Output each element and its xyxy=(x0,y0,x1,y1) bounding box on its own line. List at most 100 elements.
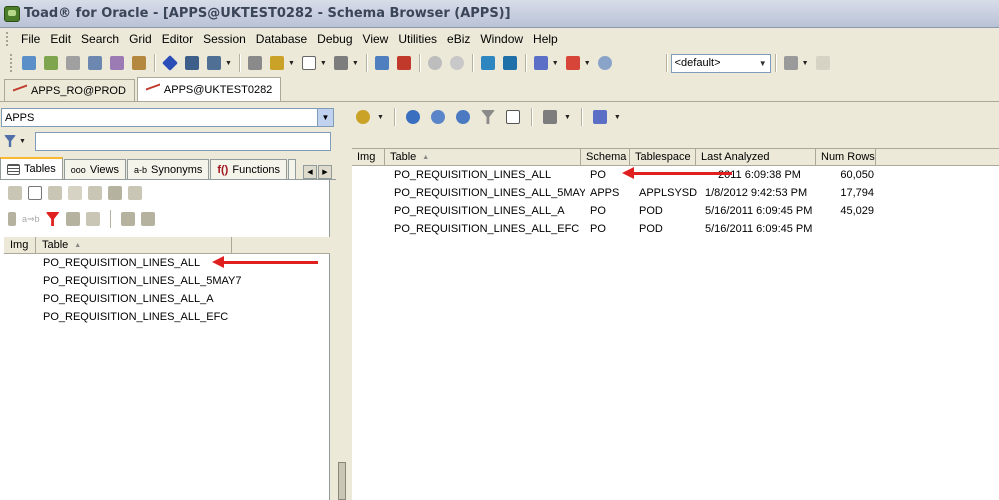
report-button[interactable] xyxy=(129,53,149,73)
new-document-icon[interactable] xyxy=(28,186,42,200)
checklist-button[interactable] xyxy=(540,107,560,127)
tools-button[interactable] xyxy=(331,53,351,73)
menu-help[interactable]: Help xyxy=(528,32,563,46)
info-button[interactable] xyxy=(595,53,615,73)
dropdown-arrow-icon[interactable]: ▼ xyxy=(614,114,621,121)
column-header-tablespace[interactable]: Tablespace xyxy=(630,149,696,165)
hierarchy-icon[interactable] xyxy=(88,186,102,200)
create-table-icon[interactable] xyxy=(8,186,22,200)
dropdown-arrow-icon[interactable]: ▼ xyxy=(288,60,295,67)
filter-funnel-icon[interactable] xyxy=(4,135,16,147)
menu-ebiz[interactable]: eBiz xyxy=(442,32,475,46)
explain-plan-button[interactable] xyxy=(85,53,105,73)
column-header-last-analyzed[interactable]: Last Analyzed xyxy=(696,149,816,165)
hammer-icon[interactable] xyxy=(140,212,155,226)
dropdown-arrow-icon[interactable]: ▼ xyxy=(802,60,809,67)
grid-icon[interactable] xyxy=(68,186,82,200)
tab-tables[interactable]: Tables xyxy=(0,157,63,179)
table-row[interactable]: PO_REQUISITION_LINES_ALL PO 2011 6:09:38… xyxy=(352,166,999,184)
key-icon[interactable] xyxy=(108,186,122,200)
column-header-img[interactable]: Img xyxy=(4,237,36,253)
column-header-table[interactable]: Table ▲ xyxy=(36,237,232,253)
table-row[interactable]: PO_REQUISITION_LINES_ALL_EFC xyxy=(4,308,330,326)
monitor-button[interactable] xyxy=(182,53,202,73)
clock-button[interactable] xyxy=(425,53,445,73)
dropdown-arrow-icon[interactable]: ▼ xyxy=(552,60,559,67)
refresh-button[interactable] xyxy=(403,107,423,127)
scroll-left-icon[interactable]: ◀ xyxy=(303,165,317,179)
rename-icon[interactable]: a⇒b xyxy=(22,214,40,225)
dropdown-arrow-icon[interactable]: ▼ xyxy=(320,60,327,67)
schema-select[interactable]: APPS ▼ xyxy=(1,108,334,127)
column-header-img[interactable]: Img xyxy=(352,149,385,165)
copy-icon[interactable] xyxy=(48,186,62,200)
menu-debug[interactable]: Debug xyxy=(312,32,357,46)
filter-red-icon[interactable] xyxy=(45,212,60,226)
table-row[interactable]: PO_REQUISITION_LINES_ALL_EFC PO POD 5/16… xyxy=(352,220,999,238)
table-row[interactable]: PO_REQUISITION_LINES_ALL_5MAY7 APPS APPL… xyxy=(352,184,999,202)
menu-database[interactable]: Database xyxy=(251,32,312,46)
menu-session[interactable]: Session xyxy=(198,32,251,46)
menu-utilities[interactable]: Utilities xyxy=(393,32,442,46)
scroll-right-icon[interactable]: ▶ xyxy=(318,165,332,179)
menu-view[interactable]: View xyxy=(358,32,394,46)
tab-functions[interactable]: f() Functions xyxy=(210,159,288,179)
tab-overflow[interactable] xyxy=(288,159,297,179)
menu-search[interactable]: Search xyxy=(76,32,124,46)
rollback-button[interactable] xyxy=(394,53,414,73)
table-row[interactable]: PO_REQUISITION_LINES_ALL_A xyxy=(4,290,330,308)
dropdown-arrow-icon[interactable]: ▼ xyxy=(19,138,26,145)
object-list-panel: APPS ▼ ▼ Tables ooo Views a-b Synonyms f… xyxy=(0,104,340,500)
bar-icon[interactable] xyxy=(8,212,16,226)
import-button[interactable] xyxy=(478,53,498,73)
config-combo[interactable]: <default> ▼ xyxy=(670,53,771,73)
diamond-button[interactable] xyxy=(160,53,180,73)
menu-edit[interactable]: Edit xyxy=(45,32,76,46)
object-filter-input[interactable] xyxy=(34,131,331,151)
tab-synonyms[interactable]: a-b Synonyms xyxy=(126,159,210,179)
refresh-tab-button[interactable] xyxy=(453,107,473,127)
refresh-all-button[interactable] xyxy=(428,107,448,127)
list-button[interactable] xyxy=(503,107,523,127)
column-header-num-rows[interactable]: Num Rows xyxy=(816,149,876,165)
details-filter-button[interactable] xyxy=(478,107,498,127)
disconnect-button[interactable] xyxy=(563,53,583,73)
sql-tuning-button[interactable] xyxy=(107,53,127,73)
gear-button[interactable] xyxy=(447,53,467,73)
handshake-icon[interactable] xyxy=(120,212,135,226)
find-button[interactable] xyxy=(245,53,265,73)
menu-grid[interactable]: Grid xyxy=(124,32,157,46)
people-icon[interactable] xyxy=(128,186,142,200)
table-row[interactable]: PO_REQUISITION_LINES_ALL_A PO POD 5/16/2… xyxy=(352,202,999,220)
transform-icon[interactable] xyxy=(65,212,80,226)
export-button[interactable] xyxy=(500,53,520,73)
table-row[interactable]: PO_REQUISITION_LINES_ALL_5MAY7 xyxy=(4,272,330,290)
dropdown-arrow-icon[interactable]: ▼ xyxy=(225,60,232,67)
menu-file[interactable]: File xyxy=(16,32,45,46)
connect-button[interactable] xyxy=(531,53,551,73)
shuffle-icon[interactable] xyxy=(85,212,100,226)
document-button[interactable] xyxy=(299,53,319,73)
dropdown-arrow-icon[interactable]: ▼ xyxy=(584,60,591,67)
connection-tab-prod[interactable]: APPS_RO@PROD xyxy=(4,79,135,101)
commit-button[interactable] xyxy=(372,53,392,73)
connection-tab-uktest[interactable]: APPS@UKTEST0282 xyxy=(136,77,282,101)
screen-button[interactable] xyxy=(204,53,224,73)
dropdown-arrow-icon[interactable]: ▼ xyxy=(377,114,384,121)
chevron-down-icon[interactable]: ▼ xyxy=(317,109,333,126)
print-button[interactable] xyxy=(781,53,801,73)
link-button[interactable] xyxy=(590,107,610,127)
compare-button[interactable] xyxy=(63,53,83,73)
dropdown-arrow-icon[interactable]: ▼ xyxy=(564,114,571,121)
schema-browser-button[interactable] xyxy=(41,53,61,73)
menu-window[interactable]: Window xyxy=(475,32,528,46)
editor-button[interactable] xyxy=(19,53,39,73)
dropdown-arrow-icon[interactable]: ▼ xyxy=(352,60,359,67)
search-button[interactable] xyxy=(267,53,287,73)
column-header-table[interactable]: Table ▲ xyxy=(385,149,581,165)
column-header-schema[interactable]: Schema xyxy=(581,149,630,165)
schema-button[interactable] xyxy=(353,107,373,127)
tab-views[interactable]: ooo Views xyxy=(63,159,126,179)
menu-editor[interactable]: Editor xyxy=(157,32,198,46)
splitter-handle[interactable] xyxy=(338,462,346,500)
